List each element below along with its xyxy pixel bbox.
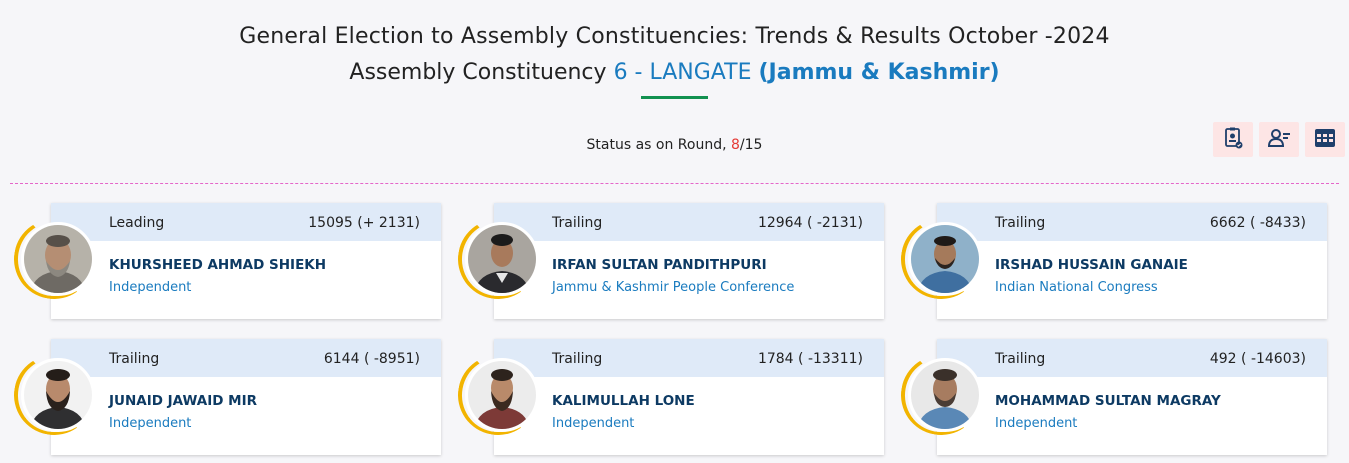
round-status: Status as on Round, 8/15 bbox=[0, 137, 1349, 153]
avatar bbox=[465, 358, 539, 432]
candidate-party: Independent bbox=[109, 280, 192, 295]
candidate-party: Independent bbox=[109, 416, 192, 431]
status-label: Status as on Round, bbox=[586, 137, 727, 153]
compare-icon bbox=[1221, 126, 1245, 154]
table-view-button[interactable] bbox=[1305, 122, 1345, 157]
constituency-title: Assembly Constituency 6 - LANGATE (Jammu… bbox=[0, 60, 1349, 85]
page-title: General Election to Assembly Constituenc… bbox=[239, 24, 1110, 49]
state-name: (Jammu & Kashmir) bbox=[758, 60, 1000, 85]
candidate-name: KHURSHEED AHMAD SHIEKH bbox=[109, 257, 327, 273]
candidate-votes: 12964 ( -2131) bbox=[757, 215, 863, 231]
candidate-party: Jammu & Kashmir People Conference bbox=[552, 280, 795, 295]
candidate-status: Trailing bbox=[552, 215, 603, 231]
avatar bbox=[21, 222, 95, 296]
constituency-name: 6 - LANGATE bbox=[613, 60, 752, 85]
candidate-votes: 6662 ( -8433) bbox=[1209, 215, 1306, 231]
candidate-card[interactable]: Trailing 6144 ( -8951) JUNAID JAWAID MIR… bbox=[51, 339, 441, 455]
compare-button[interactable] bbox=[1213, 122, 1253, 157]
candidate-party: Independent bbox=[995, 416, 1078, 431]
candidate-votes: 1784 ( -13311) bbox=[757, 351, 863, 367]
candidate-votes: 492 ( -14603) bbox=[1209, 351, 1306, 367]
avatar bbox=[21, 358, 95, 432]
candidate-list-icon bbox=[1267, 126, 1291, 154]
candidate-votes: 6144 ( -8951) bbox=[323, 351, 420, 367]
avatar bbox=[908, 358, 982, 432]
candidate-card[interactable]: Leading 15095 (+ 2131) KHURSHEED AHMAD S… bbox=[51, 203, 441, 319]
constituency-prefix: Assembly Constituency bbox=[349, 60, 607, 85]
candidate-name: MOHAMMAD SULTAN MAGRAY bbox=[995, 393, 1221, 409]
title-underline bbox=[641, 96, 708, 99]
candidate-name: JUNAID JAWAID MIR bbox=[109, 393, 258, 409]
candidate-status: Leading bbox=[109, 215, 165, 231]
candidate-name: IRFAN SULTAN PANDITHPURI bbox=[552, 257, 767, 273]
candidate-card[interactable]: Trailing 492 ( -14603) MOHAMMAD SULTAN M… bbox=[937, 339, 1327, 455]
candidate-party: Independent bbox=[552, 416, 635, 431]
candidate-status: Trailing bbox=[109, 351, 160, 367]
candidate-list-button[interactable] bbox=[1259, 122, 1299, 157]
view-toolbar bbox=[1213, 122, 1345, 157]
candidate-votes: 15095 (+ 2131) bbox=[308, 215, 420, 231]
candidate-card[interactable]: Trailing 6662 ( -8433) IRSHAD HUSSAIN GA… bbox=[937, 203, 1327, 319]
section-divider bbox=[10, 183, 1339, 184]
total-rounds: 15 bbox=[744, 137, 763, 153]
candidate-status: Trailing bbox=[995, 215, 1046, 231]
avatar bbox=[465, 222, 539, 296]
candidate-card[interactable]: Trailing 1784 ( -13311) KALIMULLAH LONE … bbox=[494, 339, 884, 455]
candidate-name: KALIMULLAH LONE bbox=[552, 393, 695, 409]
candidate-card[interactable]: Trailing 12964 ( -2131) IRFAN SULTAN PAN… bbox=[494, 203, 884, 319]
candidate-party: Indian National Congress bbox=[995, 280, 1158, 295]
avatar bbox=[908, 222, 982, 296]
table-view-icon bbox=[1313, 126, 1337, 154]
current-round: 8 bbox=[731, 137, 740, 153]
candidate-name: IRSHAD HUSSAIN GANAIE bbox=[995, 257, 1188, 273]
candidate-status: Trailing bbox=[552, 351, 603, 367]
candidate-status: Trailing bbox=[995, 351, 1046, 367]
